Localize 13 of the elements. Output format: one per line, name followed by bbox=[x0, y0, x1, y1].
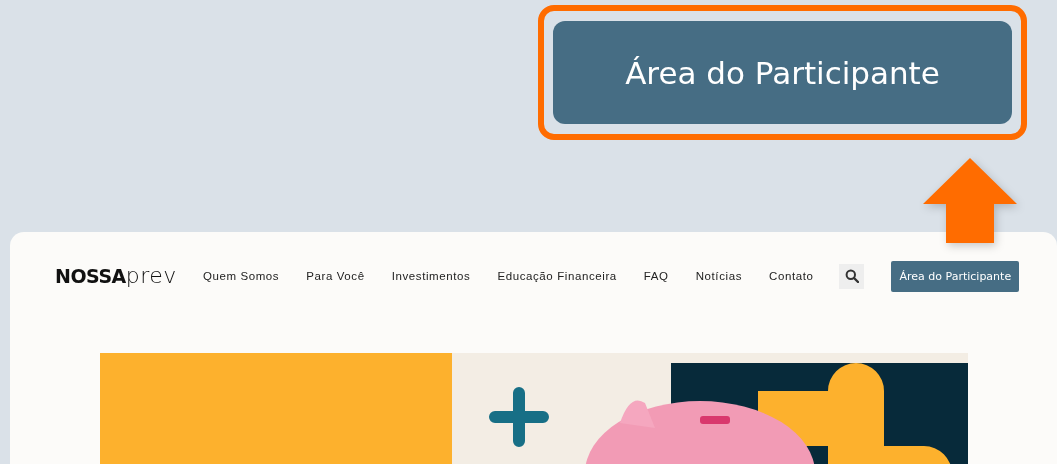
participant-area-button[interactable]: Área do Participante bbox=[891, 260, 1020, 292]
nav-link[interactable]: Quem Somos bbox=[202, 270, 280, 282]
search-button[interactable] bbox=[839, 263, 865, 289]
nav-link[interactable]: Contato bbox=[769, 270, 814, 282]
nav-link[interactable]: Para Você bbox=[306, 270, 365, 282]
nav-link[interactable]: Notícias bbox=[695, 270, 742, 282]
logo[interactable]: NOSSAprev bbox=[55, 265, 177, 287]
arrow-up-icon bbox=[923, 158, 1017, 243]
participant-area-button[interactable]: Área do Participante bbox=[553, 21, 1012, 124]
nav-link[interactable]: Educação Financeira bbox=[497, 270, 617, 282]
search-icon bbox=[845, 269, 859, 283]
nav-link[interactable]: Investimentos bbox=[391, 270, 471, 282]
nav-link[interactable]: FAQ bbox=[643, 270, 669, 282]
